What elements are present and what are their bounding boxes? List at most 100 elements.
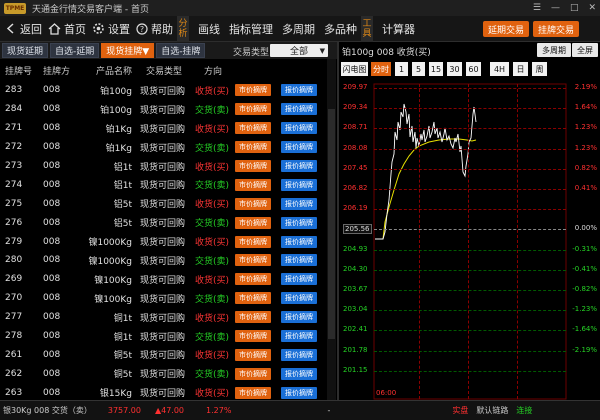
market-delist-button[interactable]: 市价摘牌 — [235, 311, 271, 324]
help-button[interactable]: ? 帮助 — [136, 21, 173, 37]
table-row[interactable]: 284 008 铂100g 现货可回购 交货(卖) 市价摘牌 报价摘牌 — [0, 100, 326, 119]
table-row[interactable]: 275 008 铝5t 现货可回购 收货(买) 市价摘牌 报价摘牌 — [0, 194, 326, 213]
quote-delist-button[interactable]: 报价摘牌 — [281, 311, 317, 324]
cell-product: 镍100Kg — [94, 275, 132, 286]
table-row[interactable]: 271 008 铂1Kg 现货可回购 收货(买) 市价摘牌 报价摘牌 — [0, 119, 326, 138]
quote-delist-button[interactable]: 报价摘牌 — [281, 273, 317, 286]
market-delist-button[interactable]: 市价摘牌 — [235, 84, 271, 97]
market-delist-button[interactable]: 市价摘牌 — [235, 103, 271, 116]
draw-line-button[interactable]: 画线 — [198, 21, 220, 37]
cell-trade-type: 现货可回购 — [140, 124, 186, 135]
cell-product: 铜1t — [113, 332, 132, 343]
market-delist-button[interactable]: 市价摘牌 — [235, 197, 271, 210]
status-real-trade[interactable]: 实盘 — [452, 405, 468, 416]
cell-party: 008 — [43, 217, 61, 228]
extend-trade-button[interactable]: 延期交易 — [483, 21, 529, 37]
multi-period-button[interactable]: 多周期 — [282, 21, 315, 37]
quote-delist-button[interactable]: 报价摘牌 — [281, 292, 317, 305]
quote-delist-button[interactable]: 报价摘牌 — [281, 122, 317, 135]
market-delist-button[interactable]: 市价摘牌 — [235, 216, 271, 229]
cell-party: 008 — [43, 255, 61, 266]
table-scrollbar[interactable] — [327, 59, 336, 400]
percent-axis-label: 1.23% — [574, 143, 597, 152]
cell-direction: 收货(买) — [194, 389, 229, 400]
back-button[interactable]: 返回 — [6, 21, 42, 37]
multi-product-button[interactable]: 多品种 — [324, 21, 357, 37]
table-row[interactable]: 276 008 铝5t 现货可回购 交货(卖) 市价摘牌 报价摘牌 — [0, 213, 326, 232]
table-row[interactable]: 272 008 铂1Kg 现货可回购 交货(卖) 市价摘牌 报价摘牌 — [0, 138, 326, 157]
cell-trade-type: 现货可回购 — [140, 238, 186, 249]
quote-delist-button[interactable]: 报价摘牌 — [281, 216, 317, 229]
cell-trade-type: 现货可回购 — [140, 351, 186, 362]
market-delist-button[interactable]: 市价摘牌 — [235, 292, 271, 305]
menu-icon[interactable]: ☰ — [533, 3, 541, 13]
maximize-icon[interactable]: □ — [570, 3, 579, 13]
cell-trade-type: 现货可回购 — [140, 181, 186, 192]
quote-delist-button[interactable]: 报价摘牌 — [281, 254, 317, 267]
status-link[interactable]: 默认链路 — [476, 405, 508, 416]
market-delist-button[interactable]: 市价摘牌 — [235, 254, 271, 267]
market-delist-button[interactable]: 市价摘牌 — [235, 178, 271, 191]
market-delist-button[interactable]: 市价摘牌 — [235, 273, 271, 286]
market-delist-button[interactable]: 市价摘牌 — [235, 386, 271, 399]
tab-spot-extend[interactable]: 现货延期 — [2, 43, 49, 58]
cell-listing-id: 283 — [5, 85, 23, 96]
cell-party: 008 — [43, 123, 61, 134]
table-row[interactable]: 274 008 铝1t 现货可回购 交货(卖) 市价摘牌 报价摘牌 — [0, 175, 326, 194]
table-row[interactable]: 278 008 铜1t 现货可回购 交货(卖) 市价摘牌 报价摘牌 — [0, 327, 326, 346]
cell-trade-type: 现货可回购 — [140, 294, 186, 305]
quote-delist-button[interactable]: 报价摘牌 — [281, 178, 317, 191]
tab-spot-listed[interactable]: 现货挂牌▼ — [101, 43, 155, 58]
percent-axis-label: -0.82% — [572, 285, 597, 293]
table-row[interactable]: 269 008 镍100Kg 现货可回购 收货(买) 市价摘牌 报价摘牌 — [0, 270, 326, 289]
table-row[interactable]: 261 008 铜5t 现货可回购 收货(买) 市价摘牌 报价摘牌 — [0, 345, 326, 364]
price-axis-label: 209.97 — [343, 83, 368, 91]
tab-fav-listed[interactable]: 自选-挂牌 — [156, 43, 206, 58]
cell-listing-id: 275 — [5, 198, 23, 209]
table-header: 挂牌号 挂牌方 产品名称 交易类型 方向 — [0, 59, 326, 81]
settings-button[interactable]: 设置 — [92, 21, 130, 37]
cell-direction: 收货(买) — [194, 275, 229, 286]
status-dash: - — [327, 406, 331, 415]
quote-delist-button[interactable]: 报价摘牌 — [281, 160, 317, 172]
market-delist-button[interactable]: 市价摘牌 — [235, 330, 271, 343]
quote-delist-button[interactable]: 报价摘牌 — [281, 367, 317, 380]
market-delist-button[interactable]: 市价摘牌 — [235, 141, 271, 154]
market-delist-button[interactable]: 市价摘牌 — [235, 235, 271, 248]
indicator-manage-button[interactable]: 指标管理 — [229, 21, 273, 37]
percent-axis-label: 1.64% — [574, 103, 597, 112]
market-delist-button[interactable]: 市价摘牌 — [235, 367, 271, 380]
quote-delist-button[interactable]: 报价摘牌 — [281, 330, 317, 343]
quote-delist-button[interactable]: 报价摘牌 — [281, 84, 317, 97]
home-button[interactable]: 首页 — [48, 21, 86, 37]
minimize-icon[interactable]: — — [551, 3, 560, 13]
intraday-chart[interactable] — [339, 42, 600, 400]
percent-axis-label: 0.82% — [574, 163, 597, 172]
trade-type-select[interactable]: 全部 ▼ — [270, 44, 328, 57]
scrollbar-thumb[interactable] — [328, 109, 335, 339]
table-row[interactable]: 262 008 铜5t 现货可回购 交货(卖) 市价摘牌 报价摘牌 — [0, 364, 326, 383]
market-delist-button[interactable]: 市价摘牌 — [235, 160, 271, 172]
table-row[interactable]: 279 008 镍1000Kg 现货可回购 收货(买) 市价摘牌 报价摘牌 — [0, 232, 326, 251]
listed-trade-button[interactable]: 挂牌交易 — [533, 21, 579, 37]
app-logo: TPME — [4, 2, 26, 14]
market-delist-button[interactable]: 市价摘牌 — [235, 348, 271, 361]
table-row[interactable]: 270 008 镍100Kg 现货可回购 交货(卖) 市价摘牌 报价摘牌 — [0, 289, 326, 308]
tab-fav-extend[interactable]: 自选-延期 — [50, 43, 100, 58]
table-row[interactable]: 283 008 铂100g 现货可回购 收货(买) 市价摘牌 报价摘牌 — [0, 81, 326, 100]
market-delist-button[interactable]: 市价摘牌 — [235, 122, 271, 135]
calculator-button[interactable]: 计算器 — [382, 21, 415, 37]
quote-delist-button[interactable]: 报价摘牌 — [281, 235, 317, 248]
quote-delist-button[interactable]: 报价摘牌 — [281, 103, 317, 116]
chevron-down-icon: ▼ — [319, 46, 325, 55]
table-row[interactable]: 273 008 铝1t 现货可回购 收货(买) 市价摘牌 报价摘牌 — [0, 157, 326, 176]
close-icon[interactable]: ✕ — [588, 3, 596, 13]
table-row[interactable]: 280 008 镍1000Kg 现货可回购 交货(卖) 市价摘牌 报价摘牌 — [0, 251, 326, 270]
quote-delist-button[interactable]: 报价摘牌 — [281, 348, 317, 361]
quote-delist-button[interactable]: 报价摘牌 — [281, 197, 317, 210]
cell-trade-type: 现货可回购 — [140, 200, 186, 211]
price-axis-label: 208.71 — [343, 123, 368, 132]
quote-delist-button[interactable]: 报价摘牌 — [281, 141, 317, 154]
quote-delist-button[interactable]: 报价摘牌 — [281, 386, 317, 399]
table-row[interactable]: 277 008 铜1t 现货可回购 收货(买) 市价摘牌 报价摘牌 — [0, 308, 326, 327]
